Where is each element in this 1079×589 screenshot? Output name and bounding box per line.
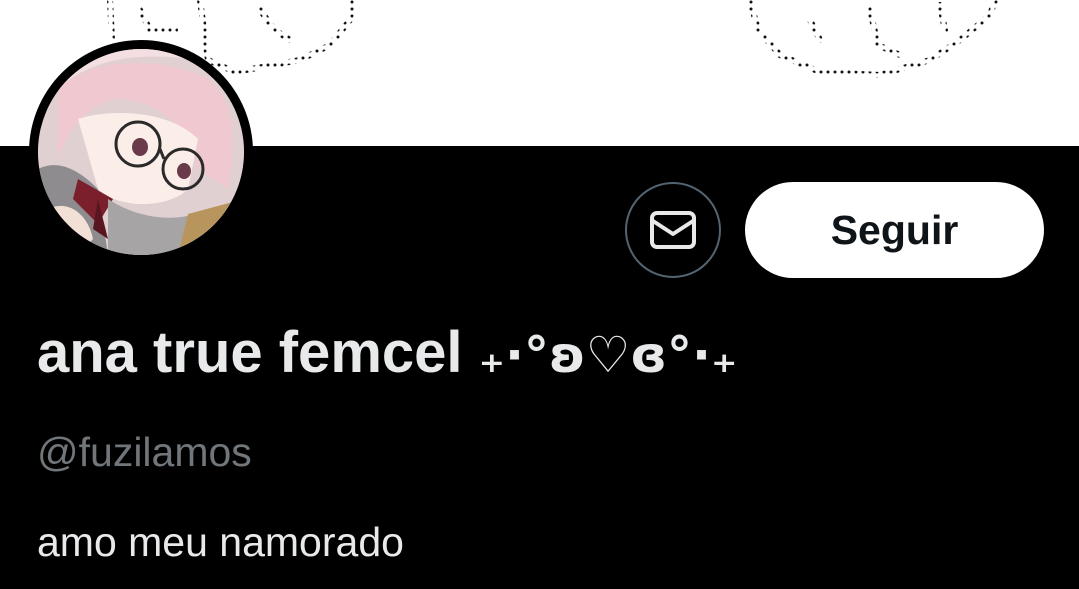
- follow-button[interactable]: Seguir: [745, 182, 1044, 278]
- profile-avatar[interactable]: [29, 40, 253, 264]
- avatar-illustration: [38, 49, 244, 255]
- mail-icon: [650, 211, 696, 249]
- profile-bio: amo meu namorado: [37, 519, 404, 565]
- message-button[interactable]: [625, 182, 721, 278]
- profile-handle: @fuzilamos: [37, 429, 252, 475]
- avatar-image: [38, 49, 244, 255]
- profile-page: Seguir ana true femcel ₊·°ʚ♡ɞ°·₊ @fuzila…: [0, 0, 1079, 589]
- display-name-text: ana true femcel: [37, 320, 463, 385]
- profile-display-name: ana true femcel ₊·°ʚ♡ɞ°·₊: [37, 318, 737, 390]
- display-name-decoration: ₊·°ʚ♡ɞ°·₊: [478, 326, 738, 384]
- follow-button-label: Seguir: [830, 206, 959, 253]
